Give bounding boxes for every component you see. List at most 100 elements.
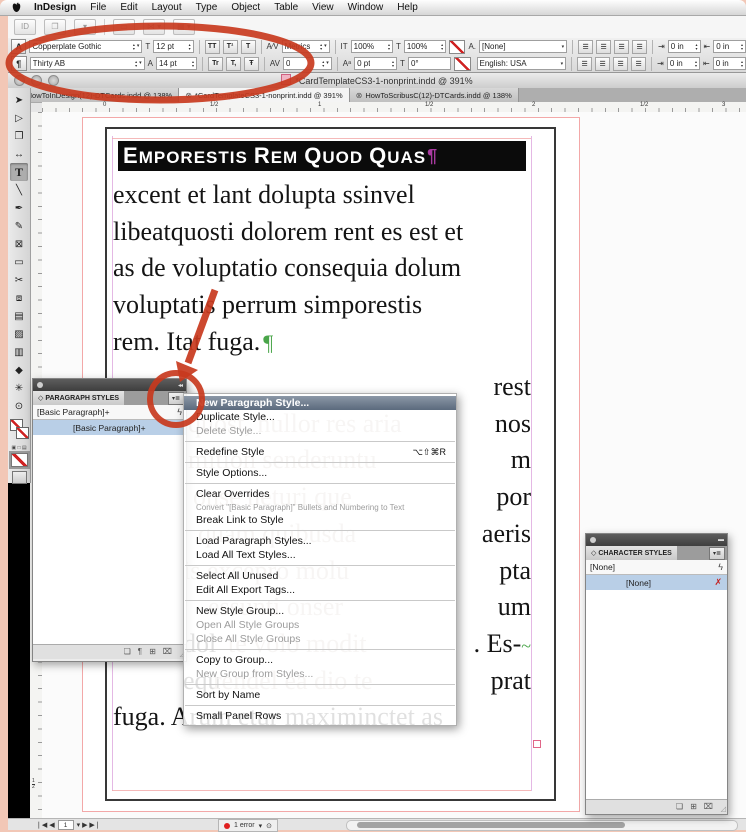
menu-item-load-all-text-styles[interactable]: Load All Text Styles... xyxy=(184,548,456,562)
gap-tool[interactable]: ↔ xyxy=(10,145,28,163)
skew-field[interactable]: 0° xyxy=(408,57,451,70)
menu-item-view[interactable]: View xyxy=(305,2,341,13)
all-caps-button[interactable]: TT xyxy=(205,40,220,54)
tab-paragraph-styles[interactable]: ◇ PARAGRAPH STYLES xyxy=(33,391,124,405)
menu-item-new-paragraph-style[interactable]: New Paragraph Style... xyxy=(184,396,456,410)
font-style-field[interactable]: Thirty AB▴▾▾ xyxy=(30,57,145,70)
menu-item-help[interactable]: Help xyxy=(390,2,425,13)
menu-item-table[interactable]: Table xyxy=(267,2,305,13)
apply-none-button[interactable] xyxy=(11,453,28,467)
tracking-field[interactable]: 0▴▾▾ xyxy=(283,57,332,70)
underline-button[interactable]: T xyxy=(241,40,256,54)
view-options-icon[interactable]: ⋈ ▾ xyxy=(143,19,165,35)
font-size-field[interactable]: 12 pt▴▾ xyxy=(153,40,193,53)
menu-item-clear-overrides[interactable]: Clear Overrides xyxy=(184,487,456,501)
menu-item-load-paragraph-styles[interactable]: Load Paragraph Styles... xyxy=(184,534,456,548)
font-family-field[interactable]: Copperplate Gothic▴▾▾ xyxy=(29,40,142,53)
type-tool[interactable]: T xyxy=(10,163,28,181)
page-tool[interactable]: ❐ xyxy=(10,127,28,145)
hand-tool[interactable]: ✳ xyxy=(10,379,28,397)
baseline-shift-field[interactable]: 0 pt▴▾ xyxy=(354,57,397,70)
free-transform-tool[interactable]: ⧈ xyxy=(10,289,28,307)
menu-item-indesign[interactable]: InDesign xyxy=(27,2,83,13)
menu-item-small-panel-rows[interactable]: Small Panel Rows xyxy=(184,709,456,723)
bridge-icon[interactable]: ❐ xyxy=(44,19,66,35)
menu-item-edit-all-export-tags[interactable]: Edit All Export Tags... xyxy=(184,583,456,597)
justify-button[interactable]: ☰ xyxy=(632,40,647,54)
zoom-tool[interactable]: ⊙ xyxy=(10,397,28,415)
eyedropper-tool[interactable]: ◆ xyxy=(10,361,28,379)
gradient-swatch-tool[interactable]: ▤ xyxy=(10,307,28,325)
align-left-button[interactable]: ☰ xyxy=(578,40,593,54)
align-center-button[interactable]: ☰ xyxy=(596,40,611,54)
menu-item-sort-by-name[interactable]: Sort by Name xyxy=(184,688,456,702)
menu-item-select-all-unused[interactable]: Select All Unused xyxy=(184,569,456,583)
selection-tool[interactable]: ➤ xyxy=(10,91,28,109)
document-grid-icon[interactable]: ▭ xyxy=(113,19,135,35)
character-style-field[interactable]: [None]▾ xyxy=(479,40,567,53)
scissors-tool[interactable]: ✂ xyxy=(10,271,28,289)
page-nav-icon[interactable]: ◀ xyxy=(49,822,54,829)
horizontal-scrollbar-thumb[interactable] xyxy=(357,822,625,828)
note-tool[interactable]: ▥ xyxy=(10,343,28,361)
menu-item-copy-to-group[interactable]: Copy to Group... xyxy=(184,653,456,667)
style-list-item[interactable]: [None]✗ xyxy=(586,575,727,590)
panel-collapse-icon[interactable]: ◂◂ xyxy=(178,382,182,389)
menu-item-layout[interactable]: Layout xyxy=(145,2,189,13)
leading-field[interactable]: 14 pt▴▾ xyxy=(156,57,197,70)
line-tool[interactable]: ╲ xyxy=(10,181,28,199)
preflight-menu-arrow-icon[interactable]: ▾ xyxy=(259,822,263,830)
kerning-field[interactable]: Metrics▴▾▾ xyxy=(282,40,330,53)
clear-overrides-icon[interactable]: ¶ xyxy=(138,648,142,656)
page-nav-icon[interactable]: ▶❘ xyxy=(89,822,100,829)
page-nav-icon[interactable]: ❘◀ xyxy=(36,822,49,829)
vertical-scale-field[interactable]: 100%▴▾ xyxy=(351,40,393,53)
fill-stroke-swatches[interactable] xyxy=(9,417,29,443)
tab-close-icon[interactable]: ⊗ xyxy=(356,91,363,100)
preflight-status[interactable]: 1 error ▾ ⊙ xyxy=(218,819,278,832)
menu-item-duplicate-style[interactable]: Duplicate Style... xyxy=(184,410,456,424)
zoom-level-dropdown[interactable]: ▾ xyxy=(74,19,96,35)
apple-icon[interactable] xyxy=(6,2,27,13)
document-tab-1[interactable]: ⊗*HowToInDesign(12)-DTCards.indd @ 138% xyxy=(8,88,179,102)
panel-close-icon[interactable] xyxy=(37,382,43,388)
align-right-button[interactable]: ☰ xyxy=(614,40,629,54)
panel-close-icon[interactable] xyxy=(590,537,596,543)
document-tab-3[interactable]: ⊗HowToScribusC(12)-DTCards.indd @ 138% xyxy=(350,88,519,102)
pen-tool[interactable]: ✒ xyxy=(10,199,28,217)
text-frame-out-port[interactable] xyxy=(533,740,541,748)
style-group-icon[interactable]: ❏ xyxy=(124,648,131,656)
language-field[interactable]: English: USA▾ xyxy=(477,57,567,70)
menu-item-file[interactable]: File xyxy=(83,2,113,13)
justify-right-button[interactable]: ☰ xyxy=(613,57,628,71)
menu-item-redefine-style[interactable]: Redefine Style⌥⇧⌘R xyxy=(184,445,456,459)
screen-mode-icon[interactable]: ▦ ▾ xyxy=(173,19,195,35)
superscript-button[interactable]: T¹ xyxy=(223,40,238,54)
headline-text[interactable]: EMPORESTISREMQUODQUAS¶ xyxy=(118,141,526,171)
paragraph-styles-titlebar[interactable]: ◂◂ xyxy=(33,379,186,391)
small-caps-button[interactable]: Tr xyxy=(208,57,223,71)
menu-item-style-options[interactable]: Style Options... xyxy=(184,466,456,480)
fill-color-none-swatch[interactable] xyxy=(449,40,465,54)
horizontal-scrollbar[interactable] xyxy=(346,820,738,831)
strikethrough-button[interactable]: Ŧ xyxy=(244,57,259,71)
justify-left-button[interactable]: ☰ xyxy=(577,57,592,71)
tab-close-icon[interactable]: ⊗ xyxy=(185,91,192,100)
menu-item-window[interactable]: Window xyxy=(341,2,391,13)
stroke-color-none-swatch[interactable] xyxy=(454,57,471,71)
create-new-style-button[interactable]: ⊞ xyxy=(690,803,697,811)
direct-selection-tool[interactable]: ▷ xyxy=(10,109,28,127)
horizontal-scale-field[interactable]: 100%▴▾ xyxy=(404,40,446,53)
style-list-item[interactable]: [Basic Paragraph]+ xyxy=(33,420,186,435)
page-nav-back-buttons[interactable]: ❘◀ ◀ xyxy=(36,821,55,829)
stroke-swatch-none[interactable] xyxy=(16,427,29,439)
character-styles-titlebar[interactable]: ▬ xyxy=(586,534,727,546)
character-styles-panel-menu-icon[interactable]: ▾≣ xyxy=(709,547,725,560)
panel-resize-grip[interactable]: ◿ xyxy=(721,805,726,813)
rectangle-tool[interactable]: ▭ xyxy=(10,253,28,271)
gradient-feather-tool[interactable]: ▨ xyxy=(10,325,28,343)
menu-item-new-style-group[interactable]: New Style Group... xyxy=(184,604,456,618)
left-indent-field[interactable]: 0 in▴▾ xyxy=(668,40,701,53)
justify-all-button[interactable]: ☰ xyxy=(631,57,646,71)
search-icon[interactable]: ⊙ xyxy=(266,822,272,830)
